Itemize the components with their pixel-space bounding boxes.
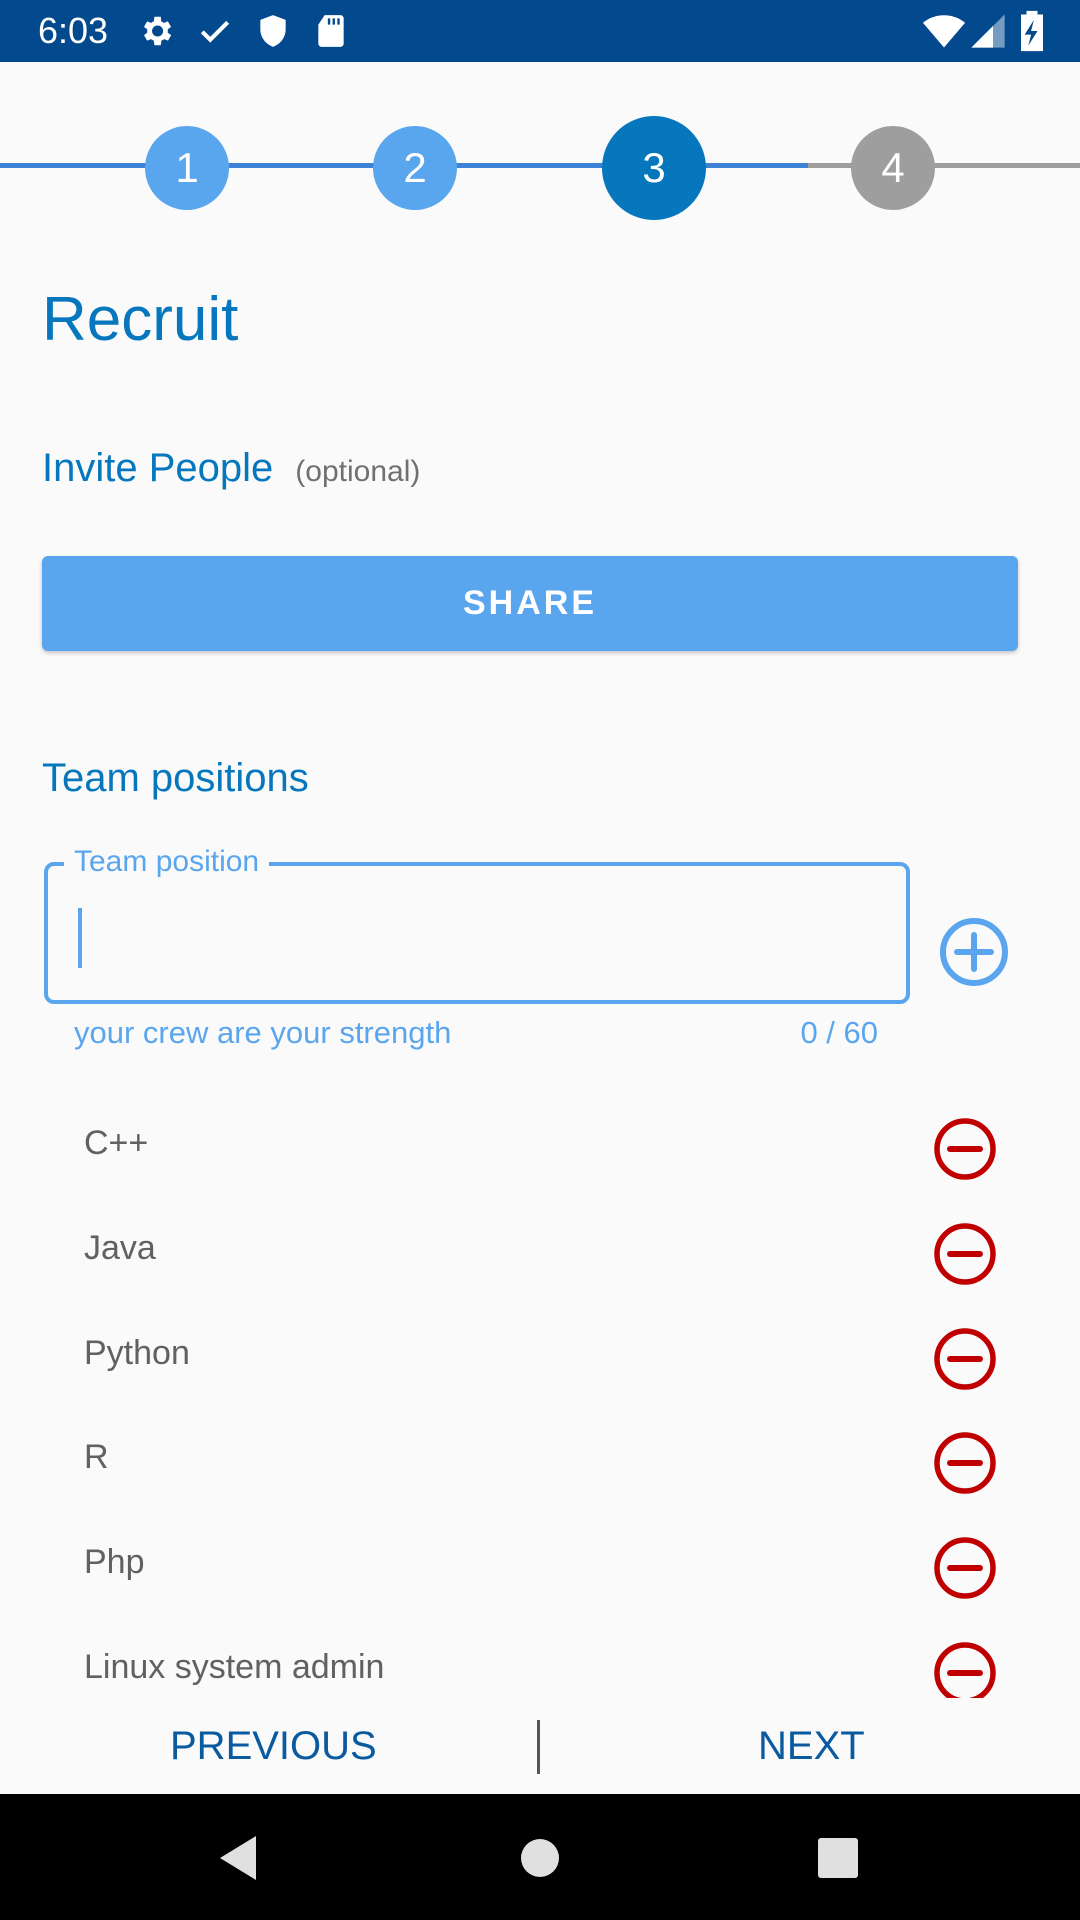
list-item: Php	[0, 1515, 1080, 1620]
remove-position-button[interactable]	[932, 1430, 998, 1496]
team-position-input-label: Team position	[64, 844, 270, 880]
actions-divider	[537, 1720, 540, 1774]
remove-position-button[interactable]	[932, 1326, 998, 1392]
position-name: R	[84, 1438, 109, 1476]
invite-people-label: Invite People	[42, 446, 274, 490]
remove-position-button[interactable]	[932, 1221, 998, 1287]
next-button[interactable]: NEXT	[758, 1724, 865, 1769]
position-name: C++	[84, 1124, 149, 1162]
page-title: Recruit	[42, 285, 239, 354]
remove-position-button[interactable]	[932, 1640, 998, 1698]
previous-button[interactable]: PREVIOUS	[170, 1724, 377, 1769]
minus-circle-icon	[934, 1432, 996, 1494]
minus-circle-icon	[934, 1537, 996, 1599]
list-item: Linux system admin	[0, 1620, 1080, 1698]
step-1[interactable]: 1	[145, 126, 229, 210]
plus-circle-icon	[940, 918, 1008, 986]
sd-card-icon	[318, 15, 344, 47]
minus-circle-icon	[934, 1642, 996, 1698]
list-item: C++	[0, 1096, 1080, 1201]
position-name: Python	[84, 1334, 190, 1372]
optional-hint: (optional)	[295, 455, 421, 488]
signal-icon	[971, 14, 1005, 48]
minus-circle-icon	[934, 1328, 996, 1390]
wifi-icon	[922, 15, 966, 48]
home-icon[interactable]	[512, 1830, 568, 1886]
positions-list[interactable]: C++ Java Python R Php Linux system admin	[0, 1096, 1080, 1698]
list-item: R	[0, 1410, 1080, 1515]
stepper-pending-line	[808, 163, 1080, 168]
step-2[interactable]: 2	[373, 126, 457, 210]
step-4[interactable]: 4	[851, 126, 935, 210]
list-item: Python	[0, 1306, 1080, 1411]
add-position-button[interactable]	[938, 916, 1010, 988]
minus-circle-icon	[934, 1118, 996, 1180]
position-name: Linux system admin	[84, 1648, 385, 1686]
back-icon[interactable]	[212, 1830, 268, 1886]
check-icon	[200, 20, 230, 43]
share-button[interactable]: SHARE	[42, 556, 1018, 651]
battery-charging-icon	[1021, 10, 1043, 52]
status-bar: 6:03	[0, 0, 1080, 62]
status-time: 6:03	[38, 10, 109, 51]
list-item: Java	[0, 1201, 1080, 1306]
gear-icon	[143, 16, 172, 46]
position-name: Php	[84, 1543, 145, 1581]
remove-position-button[interactable]	[932, 1116, 998, 1182]
system-navigation-bar	[0, 1794, 1080, 1920]
text-cursor	[78, 908, 82, 968]
recents-icon[interactable]	[810, 1830, 866, 1886]
position-name: Java	[84, 1229, 156, 1267]
character-counter: 0 / 60	[800, 1015, 878, 1050]
stepper: 1 2 3 4	[0, 100, 1080, 240]
minus-circle-icon	[934, 1223, 996, 1285]
invite-section-header: Invite People (optional)	[42, 446, 420, 491]
team-position-helper-text: your crew are your strength	[74, 1015, 452, 1050]
shield-icon	[260, 15, 286, 47]
step-3[interactable]: 3	[602, 116, 706, 220]
team-position-input[interactable]: Team position	[44, 844, 910, 1004]
team-positions-heading: Team positions	[42, 756, 309, 800]
remove-position-button[interactable]	[932, 1535, 998, 1601]
wizard-actions: PREVIOUS NEXT	[0, 1700, 1080, 1794]
